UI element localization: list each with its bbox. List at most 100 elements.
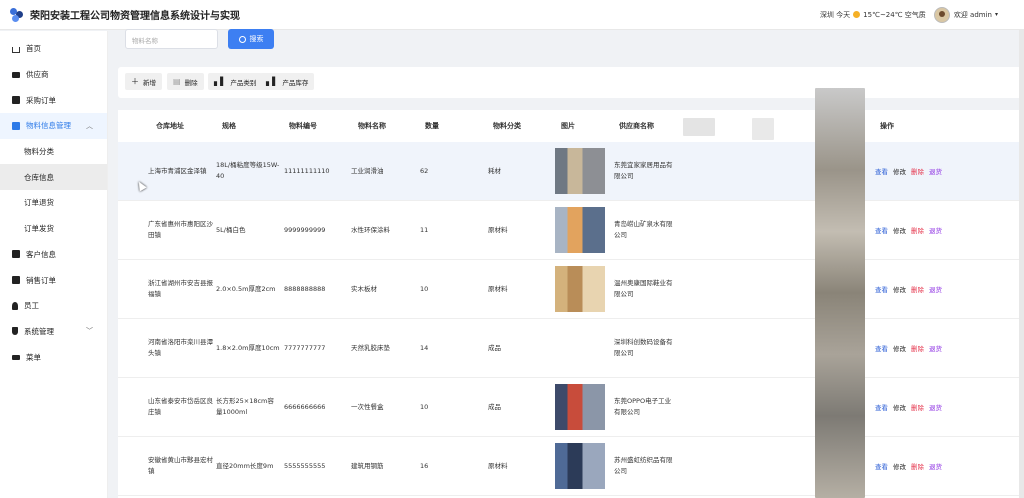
- app-title: 荣阳安装工程公司物资管理信息系统设计与实现: [30, 11, 240, 22]
- product-image[interactable]: [555, 443, 605, 489]
- chevron-down-icon[interactable]: ▾: [995, 11, 998, 18]
- search-input[interactable]: 物料名称: [125, 29, 218, 49]
- table-row[interactable]: 广东省惠州市惠阳区沙田镇 5L/桶白色 9999999999 水性环保涂料 11 原材料 青…: [118, 201, 1024, 260]
- cell-code: 7777777777: [284, 344, 326, 352]
- cell-name: 实木板材: [351, 285, 377, 293]
- cell-code: 6666666666: [284, 403, 326, 411]
- sidebar-item-warehouse[interactable]: 仓库信息: [0, 164, 107, 191]
- chevron-up-icon: ︿: [86, 121, 93, 130]
- sidebar-item-customer[interactable]: 客户信息: [0, 242, 107, 268]
- keyboard-icon: [12, 354, 20, 360]
- shield-icon: [12, 327, 18, 336]
- table-row[interactable]: 山东省泰安市岱岳区良庄镇 长方形25×18cm容量1000ml 6666666666…: [118, 378, 1024, 437]
- sidebar-item-material-category[interactable]: 物料分类: [0, 139, 107, 165]
- row-actions: 查看 修改 删除 退货: [875, 461, 947, 471]
- return-link[interactable]: 退货: [929, 227, 942, 235]
- th-name: 物料名称: [358, 122, 386, 130]
- view-link[interactable]: 查看: [875, 345, 888, 353]
- delete-link[interactable]: 删除: [911, 227, 924, 235]
- cell-supplier: 深圳科创数码设备有限公司: [614, 338, 673, 357]
- return-link[interactable]: 退货: [929, 168, 942, 176]
- cell-spec: 18L/桶粘度等级15W-40: [216, 161, 280, 180]
- sidebar-item-home[interactable]: 首页: [0, 36, 107, 62]
- sidebar-item-system[interactable]: 系统管理 ﹀: [0, 319, 107, 345]
- th-category: 物料分类: [493, 122, 521, 130]
- category-button[interactable]: ▖▌ 产品类别: [208, 73, 263, 90]
- search-icon: [238, 35, 246, 43]
- view-link[interactable]: 查看: [875, 463, 888, 471]
- scrollbar[interactable]: [1019, 30, 1024, 498]
- top-bar: 荣阳安装工程公司物资管理信息系统设计与实现 深圳 今天 15℃~24℃ 空气质 …: [0, 0, 1024, 30]
- return-link[interactable]: 退货: [929, 345, 942, 353]
- delete-link[interactable]: 删除: [911, 404, 924, 412]
- cell-address: 上海市青浦区金泽镇: [148, 167, 207, 175]
- weather-city: 深圳 今天: [819, 10, 851, 19]
- edit-link[interactable]: 修改: [893, 345, 906, 353]
- product-image[interactable]: [555, 148, 605, 194]
- cell-name: 工业润滑油: [351, 167, 384, 175]
- cell-code: 8888888888: [284, 285, 326, 293]
- delete-link[interactable]: 删除: [911, 168, 924, 176]
- avatar[interactable]: [933, 6, 950, 23]
- cell-spec: 直径20mm长度9m: [216, 462, 274, 470]
- cell-qty: 16: [420, 462, 429, 470]
- view-link[interactable]: 查看: [875, 286, 888, 294]
- edit-link[interactable]: 修改: [893, 404, 906, 412]
- bar-chart-icon: ▖▌: [214, 77, 227, 86]
- delete-link[interactable]: 删除: [911, 345, 924, 353]
- return-link[interactable]: 退货: [929, 286, 942, 294]
- sidebar-item-menu[interactable]: 菜单: [0, 344, 107, 370]
- cell-spec: 5L/桶白色: [216, 226, 246, 234]
- delete-button[interactable]: ▤ 删除: [167, 73, 204, 90]
- redacted-column: [815, 88, 865, 498]
- sidebar-item-order-return[interactable]: 订单退货: [0, 190, 107, 216]
- shop-icon: [12, 96, 20, 105]
- search-button[interactable]: 搜索: [228, 29, 274, 49]
- stock-button[interactable]: ▖▌ 产品库存: [260, 73, 315, 90]
- row-actions: 查看 修改 删除 退货: [875, 166, 947, 176]
- product-image[interactable]: [555, 384, 605, 430]
- return-link[interactable]: 退货: [929, 463, 942, 471]
- delete-link[interactable]: 删除: [911, 286, 924, 294]
- table-row[interactable]: 上海市青浦区金泽镇 18L/桶粘度等级15W-40 11111111110 工业润滑油…: [118, 142, 1024, 201]
- cell-qty: 14: [420, 344, 429, 352]
- product-image[interactable]: [555, 207, 605, 253]
- data-table: 仓库地址 规格 物料编号 物料名称 数量 物料分类 图片 供应商名称 操作 上海…: [118, 110, 1024, 498]
- search-bar: 物料名称 搜索: [118, 29, 1024, 52]
- sidebar-item-material[interactable]: 物料信息管理 ︿: [0, 113, 107, 139]
- sidebar-item-supplier[interactable]: 供应商: [0, 62, 107, 88]
- edit-link[interactable]: 修改: [893, 463, 906, 471]
- add-button[interactable]: ＋新增: [125, 73, 162, 90]
- sidebar-item-sales[interactable]: 销售订单: [0, 267, 107, 293]
- trash-icon: ▤: [173, 77, 181, 86]
- table-row[interactable]: 浙江省湖州市安吉县报福镇 2.0×0.5m厚度2cm 8888888888 实木板材 1…: [118, 260, 1024, 319]
- monitor-icon: [12, 71, 20, 78]
- view-link[interactable]: 查看: [875, 404, 888, 412]
- main-content: 物料名称 搜索 ＋新增 ▤ 删除 ▖▌ 产品类别 ▖▌ 产品库存 仓库地址 规格 物料…: [118, 29, 1024, 498]
- edit-link[interactable]: 修改: [893, 227, 906, 235]
- edit-link[interactable]: 修改: [893, 286, 906, 294]
- sidebar-item-order-ship[interactable]: 订单发货: [0, 216, 107, 242]
- cell-address: 广东省惠州市惠阳区沙田镇: [148, 220, 213, 239]
- toolbar: ＋新增 ▤ 删除 ▖▌ 产品类别 ▖▌ 产品库存: [118, 67, 1024, 98]
- edit-link[interactable]: 修改: [893, 168, 906, 176]
- view-link[interactable]: 查看: [875, 168, 888, 176]
- row-actions: 查看 修改 删除 退货: [875, 343, 947, 353]
- row-actions: 查看 修改 删除 退货: [875, 284, 947, 294]
- row-actions: 查看 修改 删除 退货: [875, 225, 947, 235]
- delete-link[interactable]: 删除: [911, 463, 924, 471]
- table-row[interactable]: 安徽省黄山市黟县宏村镇 直径20mm长度9m 5555555555 建筑用钢筋 16 原材…: [118, 437, 1024, 496]
- cell-address: 山东省泰安市岱岳区良庄镇: [148, 397, 213, 416]
- sidebar-item-purchase[interactable]: 采购订单: [0, 87, 107, 113]
- th-address: 仓库地址: [156, 122, 184, 130]
- view-link[interactable]: 查看: [875, 227, 888, 235]
- cell-category: 成品: [488, 344, 501, 352]
- cell-name: 建筑用钢筋: [351, 462, 384, 470]
- sidebar-item-staff[interactable]: 员工: [0, 293, 107, 319]
- th-spec: 规格: [222, 122, 236, 130]
- redacted-column: [752, 118, 774, 140]
- product-image[interactable]: [555, 266, 605, 312]
- table-row[interactable]: 河南省洛阳市栾川县潭头镇 1.8×2.0m厚度10cm 7777777777 天然乳胶…: [118, 319, 1024, 378]
- welcome-text[interactable]: 欢迎 admin: [954, 10, 992, 20]
- return-link[interactable]: 退货: [929, 404, 942, 412]
